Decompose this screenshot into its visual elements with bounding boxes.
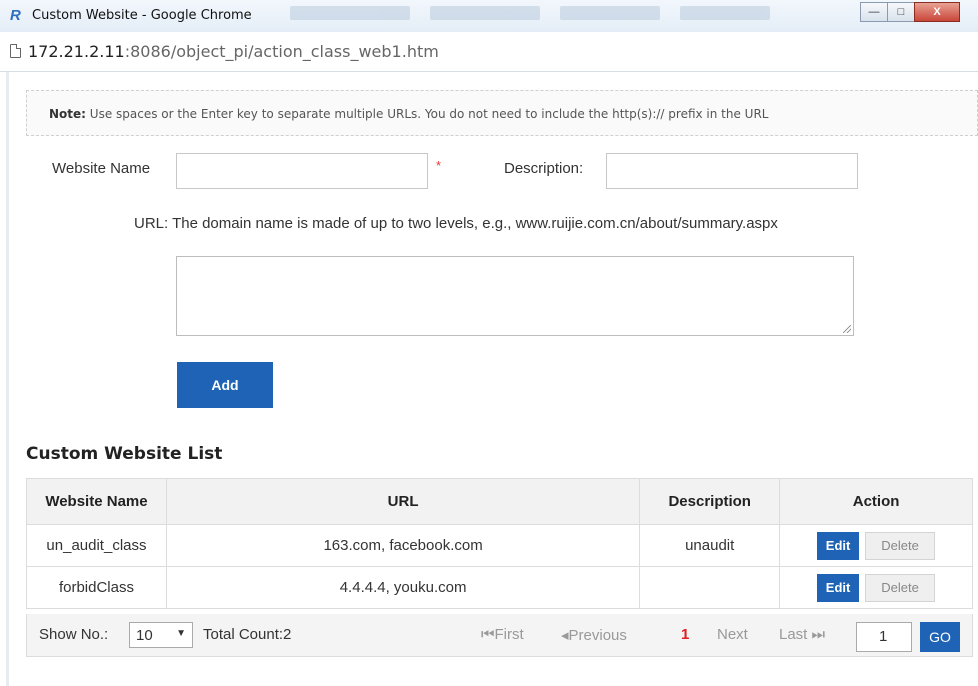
table-header-row: Website Name URL Description Action — [26, 478, 973, 525]
url-path: :8086/object_pi/action_class_web1.htm — [124, 42, 439, 61]
close-button[interactable]: X — [914, 2, 960, 22]
last-page-label: Last — [779, 626, 808, 643]
column-header-url: URL — [165, 478, 641, 525]
first-page-link[interactable]: ⏮First — [481, 626, 524, 643]
cell-url: 4.4.4.4, youku.com — [165, 566, 641, 609]
url-hint: URL: The domain name is made of up to tw… — [134, 215, 778, 232]
url-host: 172.21.2.11 — [28, 42, 125, 61]
column-header-description: Description — [639, 478, 781, 525]
page-icon — [10, 44, 21, 58]
page-size-select[interactable]: 10 ▼ — [129, 622, 193, 648]
description-label: Description: — [504, 160, 584, 177]
next-page-link[interactable]: Next — [717, 626, 748, 643]
note-label: Note: — [49, 107, 86, 121]
required-marker: * — [436, 158, 442, 173]
cell-description — [639, 566, 781, 609]
delete-button[interactable]: Delete — [865, 531, 936, 560]
first-page-icon: ⏮ — [481, 626, 495, 643]
cell-action: Edit Delete — [779, 524, 973, 567]
cell-action: Edit Delete — [779, 566, 973, 609]
cell-name: un_audit_class — [26, 524, 167, 567]
cell-name: forbidClass — [26, 566, 167, 609]
delete-button[interactable]: Delete — [865, 573, 936, 602]
add-button[interactable]: Add — [177, 362, 273, 408]
last-page-link[interactable]: Last ⏭ — [779, 626, 825, 643]
window-controls: — □ X — [860, 2, 960, 22]
column-header-action: Action — [779, 478, 973, 525]
table-row: forbidClass 4.4.4.4, youku.com Edit Delet… — [26, 566, 973, 609]
total-count: Total Count:2 — [203, 626, 292, 643]
pagination-bar: Show No.: 10 ▼ Total Count:2 ⏮First ◂Pre… — [26, 614, 973, 657]
window-titlebar: R Custom Website - Google Chrome — □ X — [0, 0, 978, 32]
page-number-input[interactable]: 1 — [856, 622, 912, 652]
edit-button[interactable]: Edit — [817, 531, 860, 560]
first-page-label: First — [494, 626, 524, 643]
website-table: Website Name URL Description Action un_a… — [26, 478, 973, 609]
note-text: Use spaces or the Enter key to separate … — [85, 107, 769, 121]
page-size-value: 10 — [136, 627, 153, 644]
minimize-button[interactable]: — — [860, 2, 888, 22]
address-url[interactable]: 172.21.2.11:8086/object_pi/action_class_… — [28, 42, 439, 61]
website-name-input[interactable] — [176, 153, 428, 189]
previous-page-icon: ◂ — [561, 627, 569, 644]
current-page: 1 — [681, 626, 690, 643]
previous-page-label: Previous — [568, 627, 627, 644]
window-title: Custom Website - Google Chrome — [32, 8, 252, 23]
page-content: Note: Use spaces or the Enter key to sep… — [0, 72, 978, 686]
show-number-label: Show No.: — [39, 626, 109, 643]
app-logo-icon: R — [10, 7, 21, 24]
previous-page-link[interactable]: ◂Previous — [561, 626, 627, 644]
maximize-button[interactable]: □ — [887, 2, 915, 22]
dropdown-arrow-icon: ▼ — [176, 628, 186, 639]
left-edge-divider — [6, 72, 9, 686]
website-name-label: Website Name — [52, 160, 151, 177]
note-box: Note: Use spaces or the Enter key to sep… — [26, 90, 978, 136]
go-button[interactable]: GO — [920, 622, 960, 652]
edit-button[interactable]: Edit — [817, 573, 860, 602]
last-page-icon: ⏭ — [811, 626, 826, 643]
list-title: Custom Website List — [26, 444, 223, 464]
address-bar[interactable]: 172.21.2.11:8086/object_pi/action_class_… — [0, 32, 978, 72]
description-input[interactable] — [606, 153, 858, 189]
cell-description: unaudit — [639, 524, 781, 567]
url-textarea[interactable] — [176, 256, 854, 336]
resize-grip-icon[interactable] — [843, 325, 851, 333]
background-tabs — [290, 6, 770, 26]
column-header-name: Website Name — [26, 478, 167, 525]
table-row: un_audit_class 163.com, facebook.com una… — [26, 524, 973, 567]
cell-url: 163.com, facebook.com — [165, 524, 641, 567]
